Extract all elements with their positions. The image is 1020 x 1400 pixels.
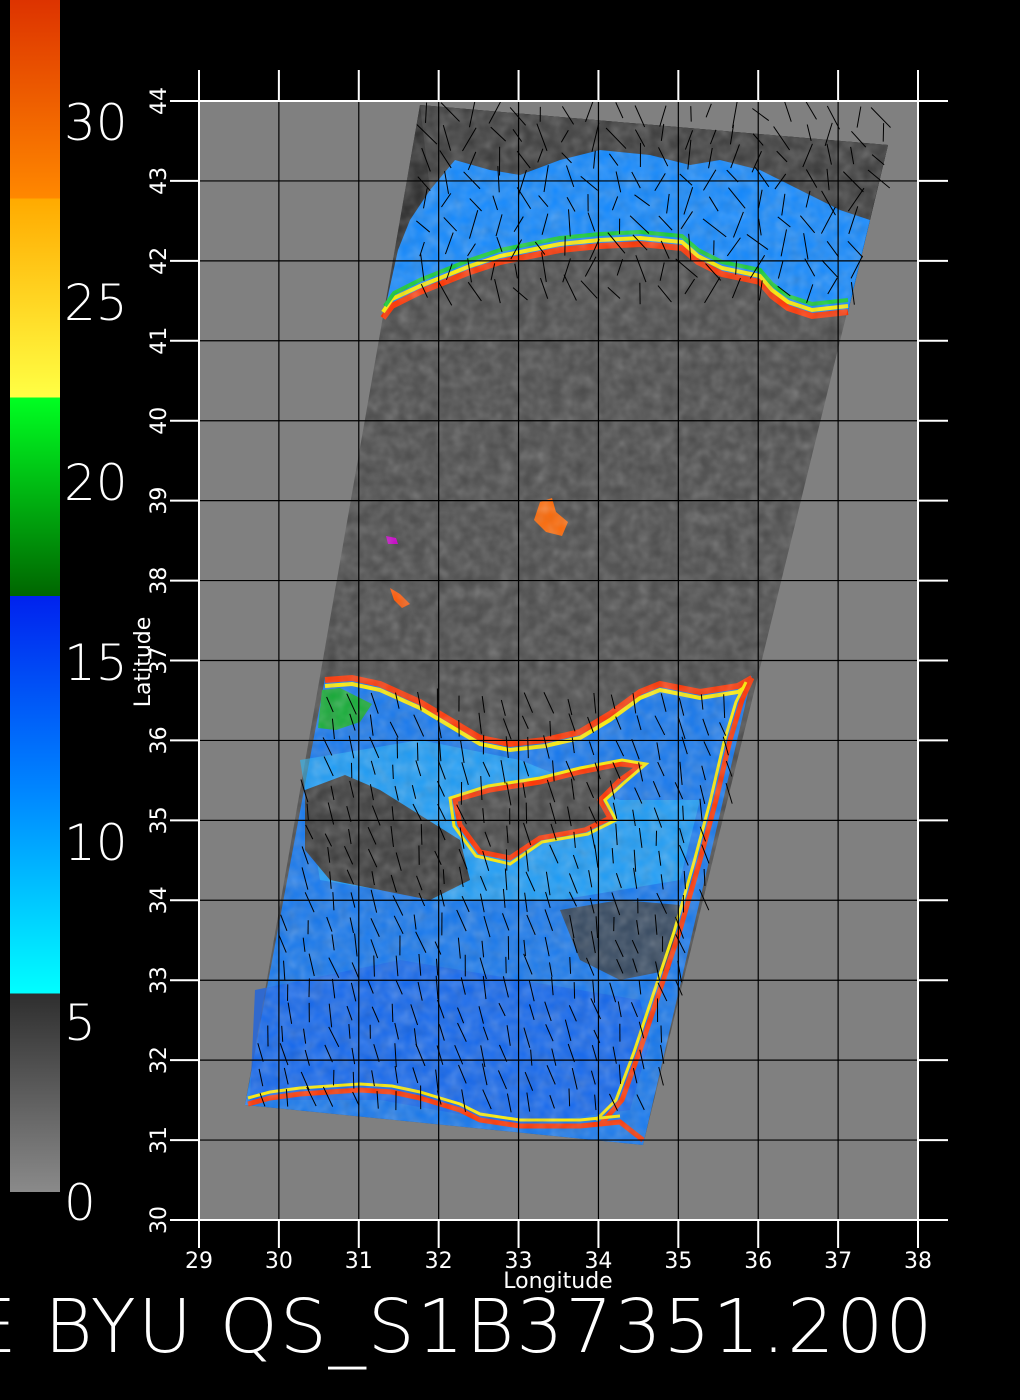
map-plot: 29 30 31 32 33 34 35 36 37 38 3031323334353637383… [131,70,948,1294]
colorbar-label: 15 [64,634,128,692]
wind-vector [392,764,394,779]
wind-vector [568,1088,571,1107]
x-tick-label: 32 [425,1249,453,1274]
y-tick-label: 32 [147,1046,172,1074]
y-tick-label: 39 [147,487,172,515]
y-tick-label: 43 [147,167,172,195]
y-tick-label: 31 [147,1126,172,1154]
y-tick-label: 44 [147,87,172,115]
colorbar-label: 25 [64,274,128,332]
colorbar-label: 10 [64,814,128,872]
colorbar-label: 0 [64,1174,96,1232]
x-tick-label: 37 [824,1249,852,1274]
colorbar: 30 25 20 15 10 5 0 [10,0,128,1232]
x-tick-label: 30 [265,1249,293,1274]
x-tick-label: 29 [185,1249,213,1274]
colorbar-label: 20 [64,454,128,512]
x-tick-label: 31 [345,1249,373,1274]
wind-map-figure: 30 25 20 15 10 5 0 29 30 31 32 33 34 35 36 37 … [0,0,948,1370]
y-tick-label: 42 [147,247,172,275]
y-axis-label: Latitude [131,617,156,708]
wind-vector [391,1003,394,1023]
colorbar-label: 5 [64,994,96,1052]
x-tick-label: 35 [664,1249,692,1274]
y-tick-label: 41 [147,327,172,355]
wind-vector [420,824,423,845]
y-tick-label: 34 [147,886,172,914]
y-tick-label: 40 [147,407,172,435]
wind-vector [352,1071,355,1089]
y-tick-label: 33 [147,966,172,994]
y-tick-label: 36 [147,726,172,754]
y-tick-label: 35 [147,806,172,834]
wind-vector [660,1025,663,1043]
colorbar-label: 30 [64,94,128,152]
colorbar-labels: 30 25 20 15 10 5 0 [64,94,128,1232]
x-tick-label: 36 [744,1249,772,1274]
colorbar-bar [10,0,60,1192]
y-tick-label: 38 [147,567,172,595]
y-tick-label: 30 [147,1206,172,1234]
wind-vector [373,955,375,977]
x-tick-label: 38 [904,1249,932,1274]
image-caption: E BYU QS_S1B37351.200 [0,1284,934,1370]
wind-vector [416,742,419,761]
